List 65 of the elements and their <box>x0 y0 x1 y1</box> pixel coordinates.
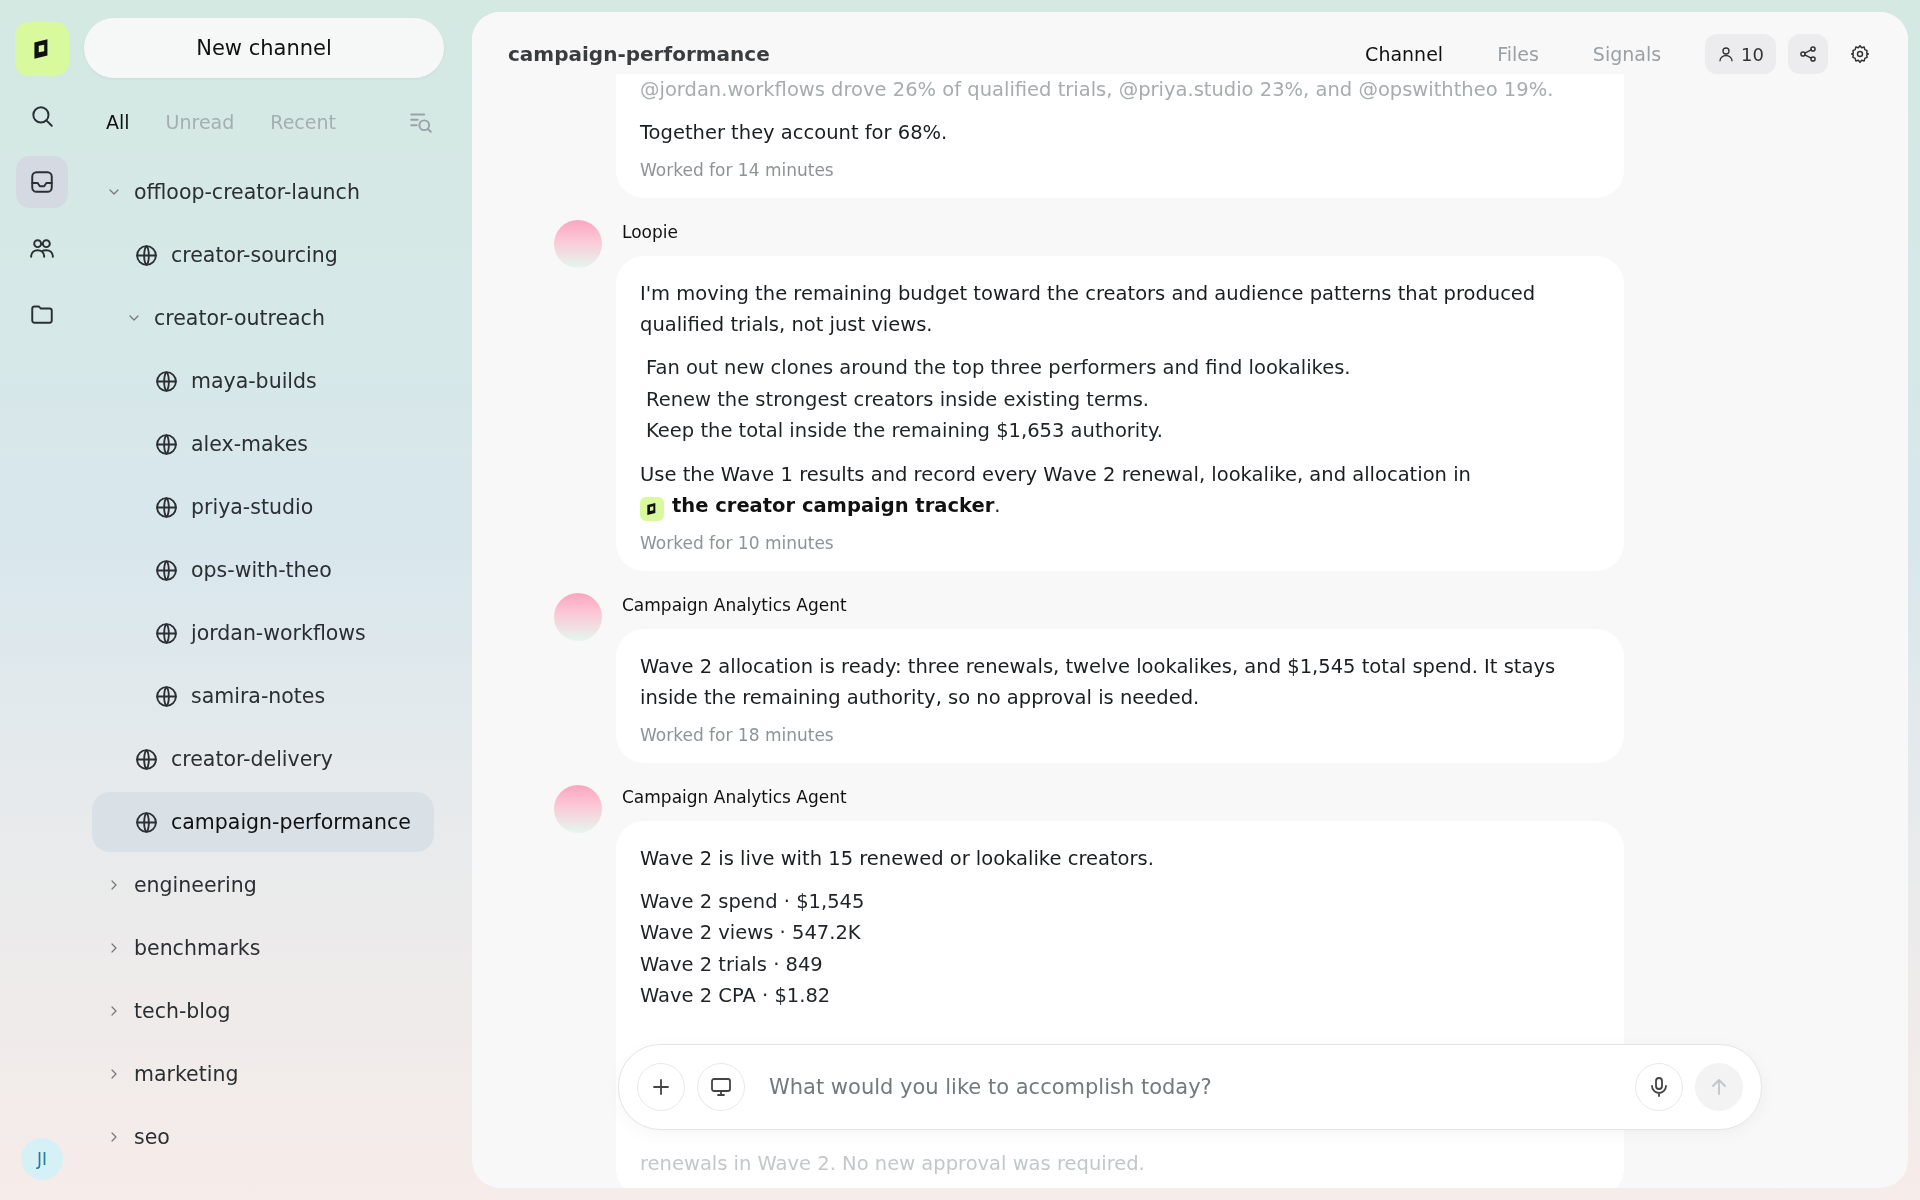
folder-item[interactable]: benchmarks <box>92 918 434 978</box>
channel-item[interactable]: creator-delivery <box>92 729 434 789</box>
share-icon <box>1798 44 1818 64</box>
channel-item[interactable]: alex-makes <box>92 414 434 474</box>
folder-item[interactable]: marketing <box>92 1044 434 1104</box>
screen-button[interactable] <box>697 1063 745 1111</box>
list-item: Keep the total inside the remaining $1,653 authority. <box>645 418 1164 444</box>
inbox-icon[interactable] <box>16 156 68 208</box>
channel-item[interactable]: creator-sourcing <box>92 225 434 285</box>
folder-item[interactable]: seo <box>92 1107 434 1167</box>
stat-line: Wave 2 views · 547.2K <box>640 920 862 946</box>
app-logo[interactable] <box>15 22 69 76</box>
globe-icon <box>134 746 159 772</box>
settings-icon <box>1850 44 1870 64</box>
message-text: @jordan.workflows drove 26% of qualified trials, @priya.studio 23%, and @opswiththeo 19%. <box>640 77 1555 103</box>
author-name: Loopie <box>622 221 678 242</box>
globe-icon <box>154 683 179 709</box>
globe-icon <box>134 242 159 268</box>
folder-item[interactable]: offloop-creator-launch <box>92 162 434 222</box>
channel-item[interactable]: priya-studio <box>92 477 434 537</box>
members-button[interactable]: 10 <box>1705 34 1776 74</box>
channel-item[interactable]: maya-builds <box>92 351 434 411</box>
work-duration: Worked for 10 minutes <box>640 532 835 553</box>
avatar <box>554 592 602 641</box>
message-input[interactable]: What would you like to accomplish today? <box>767 1074 1623 1100</box>
monitor-icon <box>709 1075 733 1099</box>
message-text: Use the Wave 1 results and record every Wave 2 renewal, lookalike, and allocation in the creator campaign tracker. <box>640 458 1600 521</box>
list-item: Renew the strongest creators inside existing terms. <box>645 386 1150 413</box>
work-duration: Worked for 18 minutes <box>640 724 835 745</box>
stat-line: Wave 2 spend · $1,545 <box>640 888 866 915</box>
stat-line: Wave 2 CPA · $1.82 <box>640 983 832 1009</box>
folder-item[interactable]: creator-outreach <box>92 288 434 348</box>
globe-icon <box>134 809 159 835</box>
globe-icon <box>154 494 179 520</box>
globe-icon <box>154 368 179 394</box>
avatar <box>554 220 602 268</box>
add-button[interactable] <box>637 1063 685 1111</box>
author-name: Campaign Analytics Agent <box>622 785 847 807</box>
message-text: Wave 2 allocation is ready: three renewals, twelve lookalikes, and $1,545 total spend. It stays inside the remaining authority, so no approval is needed. <box>640 653 1557 711</box>
work-duration: Worked for 14 minutes <box>640 160 835 180</box>
person-icon <box>1717 45 1736 63</box>
avatar <box>554 784 602 833</box>
microphone-button[interactable] <box>1635 1063 1683 1111</box>
folder-item[interactable]: tech-blog <box>92 981 434 1041</box>
channel-title: campaign-performance <box>508 42 770 66</box>
globe-icon <box>154 557 179 583</box>
filter-tab[interactable]: All <box>106 111 130 133</box>
globe-icon <box>154 431 179 457</box>
channel-item[interactable]: campaign-performance <box>92 792 434 852</box>
header-tab[interactable]: Channel <box>1365 43 1444 65</box>
new-channel-button[interactable]: New channel <box>84 18 444 78</box>
message-text: Wave 2 is live with 15 renewed or lookalike creators. <box>640 845 1155 872</box>
folder-item[interactable]: engineering <box>92 855 434 915</box>
share-button[interactable] <box>1788 34 1828 74</box>
list-item: Fan out new clones around the top three performers and find lookalikes. <box>645 355 1352 381</box>
channel-item[interactable]: samira-notes <box>92 666 434 726</box>
message-text: Together they account for 68%. <box>640 120 949 146</box>
channel-item[interactable]: ops-with-theo <box>92 540 434 600</box>
channel-item[interactable]: jordan-workflows <box>92 603 434 663</box>
globe-icon <box>154 620 179 646</box>
author-name: Campaign Analytics Agent <box>622 593 847 615</box>
stat-line: Wave 2 trials · 849 <box>640 951 824 978</box>
user-avatar[interactable]: JI <box>21 1138 63 1180</box>
message-text: renewals in Wave 2. No new approval was required. <box>640 1150 1146 1177</box>
message-text: I'm moving the remaining budget toward the creators and audience patterns that produced qualified trials, not just views. <box>640 281 1537 338</box>
